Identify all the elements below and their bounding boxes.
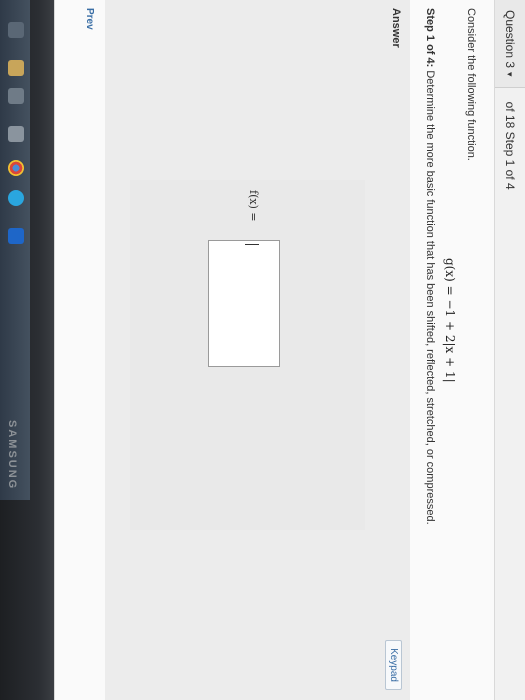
answer-section: Answer Keypad f(x) = [105,0,410,700]
chevron-down-icon: ▾ [505,72,516,77]
monitor-brand-logo: SAMSUNG [6,420,18,491]
store-icon[interactable] [8,126,24,142]
answer-label: Answer [390,8,402,48]
problem-intro: Consider the following function. [465,8,477,161]
step-text: Determine the more basic function that h… [424,67,436,525]
step-counter: of 18 Step 1 of 4 [503,101,517,190]
step-prefix: Step 1 of 4: [424,8,436,68]
app-icon[interactable] [8,88,24,104]
file-explorer-icon[interactable] [8,60,24,76]
outlook-icon[interactable] [8,228,24,244]
fx-label: f(x) = [247,190,260,222]
answer-input[interactable] [208,240,280,367]
keypad-button[interactable]: Keypad [385,640,402,690]
start-icon[interactable] [8,22,24,38]
question-label: Question 3 [503,10,517,69]
step-instructions: Step 1 of 4: Determine the more basic fu… [424,8,436,525]
chrome-icon[interactable] [8,160,24,176]
question-page: Question 3 ▾ of 18 Step 1 of 4 Consider … [55,0,525,700]
function-formula: g(x) = −1 + 2|x + 1| [443,258,457,383]
question-selector[interactable]: Question 3 ▾ [495,0,525,88]
question-header: Question 3 ▾ of 18 Step 1 of 4 [494,0,525,700]
prev-button[interactable]: Prev [84,8,95,30]
skype-icon[interactable] [8,190,24,206]
text-caret [245,244,259,245]
